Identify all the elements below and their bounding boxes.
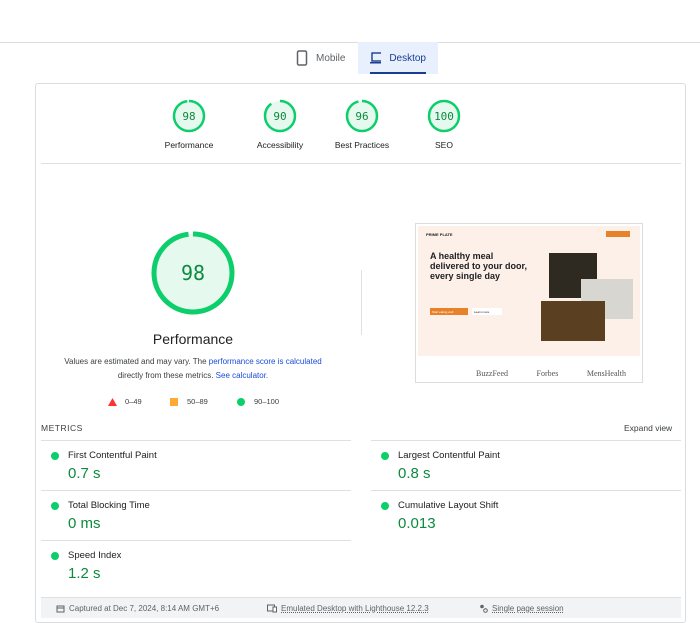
score-legend: 0–49 50–89 90–100	[108, 397, 288, 409]
score-ring: 96	[345, 99, 379, 133]
calculator-link[interactable]: See calculator.	[216, 371, 268, 380]
pass-circle-icon	[51, 452, 59, 460]
metric-value: 0.7 s	[68, 465, 101, 482]
metric-largest-contentful-paint: Largest Contentful Paint 0.8 s	[371, 440, 681, 490]
score-calculated-link[interactable]: performance score is calculated	[209, 357, 322, 366]
captured-info: Captured at Dec 7, 2024, 8:14 AM GMT+6	[56, 604, 219, 613]
pass-circle-icon	[381, 502, 389, 510]
metric-name: Cumulative Layout Shift	[398, 500, 499, 511]
expand-view-button[interactable]: Expand view	[624, 423, 672, 433]
phone-icon	[296, 50, 308, 66]
score-value: 90	[273, 110, 286, 123]
metric-value: 0.013	[398, 515, 436, 532]
score-label: Performance	[164, 140, 214, 150]
session-icon	[480, 604, 488, 613]
metrics-heading: METRICS	[41, 423, 83, 433]
score-gauge-best-practices[interactable]: 96 Best Practices	[321, 98, 403, 150]
performance-score: 98	[181, 261, 205, 285]
vertical-divider	[361, 270, 362, 335]
score-label: SEO	[435, 140, 453, 150]
tab-mobile[interactable]: Mobile	[284, 42, 357, 74]
score-gauge-accessibility[interactable]: 90 Accessibility	[239, 98, 321, 150]
preview-logo: Forbes	[536, 369, 559, 378]
score-value: 96	[355, 110, 368, 123]
legend-fail: 0–49	[125, 397, 142, 406]
metric-value: 0.8 s	[398, 465, 431, 482]
calendar-icon	[56, 605, 65, 612]
note-text-2: directly from these metrics.	[117, 371, 216, 380]
score-note: Values are estimated and may vary. The p…	[50, 355, 336, 383]
performance-gauge: 98	[151, 231, 235, 315]
preview-secondary: Learn more	[472, 308, 502, 315]
devices-icon	[267, 604, 277, 612]
score-gauge-performance[interactable]: 98 Performance	[139, 98, 239, 150]
metric-total-blocking-time: Total Blocking Time 0 ms	[41, 490, 351, 540]
pass-circle-icon	[51, 502, 59, 510]
score-gauge-seo[interactable]: 100 SEO	[403, 98, 485, 150]
preview-headline: A healthy meal delivered to your door, e…	[430, 251, 528, 281]
fail-triangle-icon	[108, 398, 117, 408]
session-info: Single page session	[479, 604, 564, 613]
score-ring: 90	[263, 99, 297, 133]
preview-logo: BuzzFeed	[476, 369, 508, 378]
pass-circle-icon	[381, 452, 389, 460]
report-footer: Captured at Dec 7, 2024, 8:14 AM GMT+6 E…	[41, 597, 681, 618]
preview-logo: MensHealth	[586, 369, 626, 378]
score-value: 98	[182, 110, 195, 123]
tab-desktop-label: Desktop	[389, 52, 426, 64]
tab-mobile-label: Mobile	[316, 52, 346, 64]
score-label: Accessibility	[256, 140, 304, 150]
legend-average: 50–89	[187, 397, 208, 406]
score-ring: 98	[172, 99, 206, 133]
emulated-link[interactable]: Emulated Desktop with Lighthouse 12.2.3	[281, 604, 429, 613]
metric-first-contentful-paint: First Contentful Paint 0.7 s	[41, 440, 351, 490]
page-screenshot: PRIME PLATE A healthy meal delivered to …	[415, 223, 643, 383]
preview-brand: PRIME PLATE	[426, 232, 453, 237]
metric-name: Speed Index	[68, 550, 122, 561]
emulated-info: Emulated Desktop with Lighthouse 12.2.3	[267, 604, 429, 613]
pass-circle-icon	[51, 552, 59, 560]
preview-cta: Start eating well	[430, 308, 468, 315]
laptop-icon	[370, 52, 382, 64]
average-square-icon	[170, 398, 178, 406]
metric-speed-index: Speed Index 1.2 s	[41, 540, 351, 590]
captured-text: Captured at Dec 7, 2024, 8:14 AM GMT+6	[69, 603, 220, 613]
metric-name: First Contentful Paint	[68, 450, 157, 461]
score-value: 100	[434, 110, 454, 123]
session-link[interactable]: Single page session	[492, 604, 564, 613]
metric-value: 1.2 s	[68, 565, 101, 582]
performance-title: Performance	[152, 331, 234, 347]
score-label: Best Practices	[334, 140, 390, 150]
legend-pass: 90–100	[254, 397, 280, 406]
note-text: Values are estimated and may vary. The	[64, 357, 209, 366]
metric-value: 0 ms	[68, 515, 101, 532]
score-summary: 98 Performance 90 Accessibility 96 Best Pract…	[165, 98, 485, 150]
metric-name: Largest Contentful Paint	[398, 450, 500, 461]
section-divider	[41, 163, 681, 164]
pass-circle-icon	[237, 398, 245, 406]
metric-name: Total Blocking Time	[68, 500, 150, 511]
score-ring: 100	[427, 99, 461, 133]
metric-cumulative-layout-shift: Cumulative Layout Shift 0.013	[371, 490, 681, 540]
tab-desktop[interactable]: Desktop	[358, 42, 438, 74]
